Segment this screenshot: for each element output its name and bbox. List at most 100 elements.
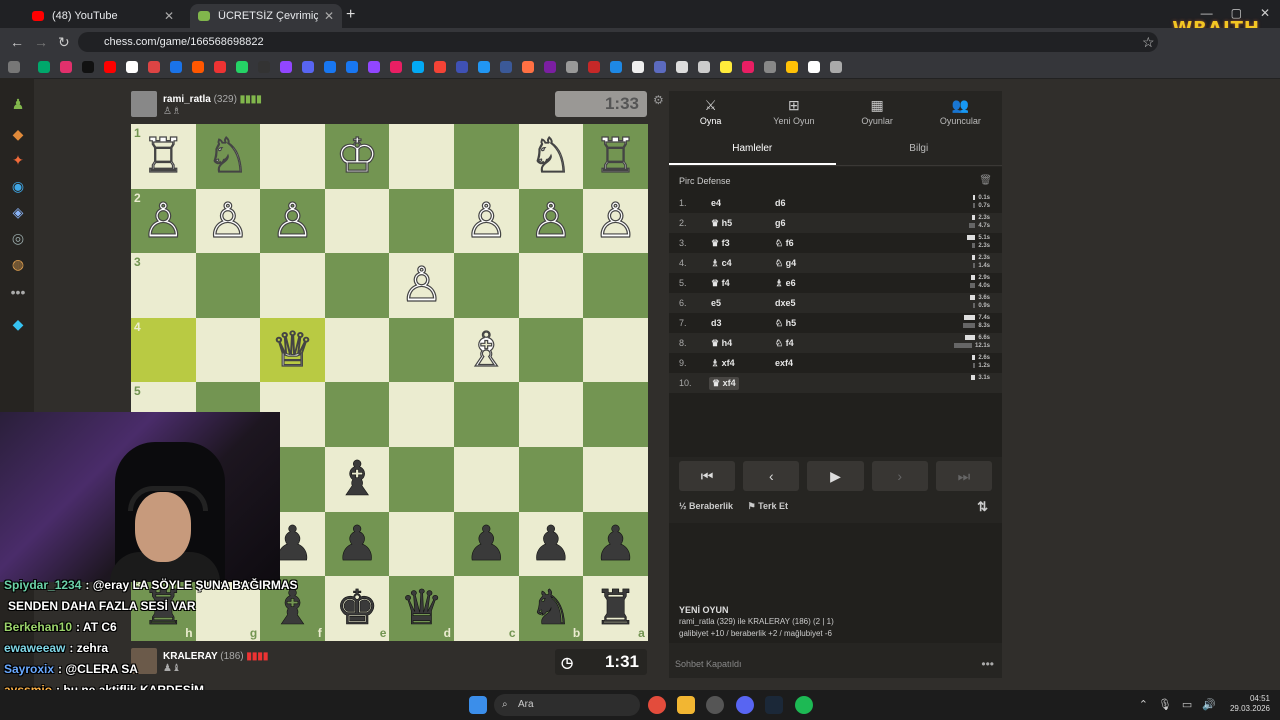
board-square[interactable]: ♙ (389, 253, 454, 318)
bookmark-icon[interactable] (786, 61, 798, 73)
board-square[interactable]: ♝ (324, 446, 390, 512)
black-move[interactable]: exf4 (775, 358, 793, 368)
white-move[interactable]: ♛ h4 (711, 338, 732, 349)
board-square[interactable]: 4 (131, 317, 196, 383)
draw-button[interactable]: ½ Beraberlik (679, 501, 733, 511)
tab-youtube[interactable]: (48) YouTube ✕ (24, 4, 182, 28)
board-square[interactable]: b ♞ (518, 576, 584, 641)
last-move-button[interactable]: ⏭ (935, 461, 993, 491)
chess-piece[interactable]: ♕ (270, 325, 314, 374)
clock[interactable]: 04:51 29.03.2026 (1230, 694, 1270, 714)
black-move[interactable]: ♘ h5 (775, 318, 796, 329)
black-move[interactable]: d6 (775, 198, 786, 208)
tab-chess[interactable]: ÜCRETSİZ Çevrimiçi Satranç ✕ (190, 4, 342, 28)
puzzles-icon[interactable]: ✦ (10, 152, 26, 168)
black-move[interactable]: ♗ e6 (775, 278, 796, 289)
black-move[interactable]: dxe5 (775, 298, 796, 308)
chess-piece[interactable]: ♟ (529, 520, 573, 569)
chess-piece[interactable]: ♚ (335, 584, 379, 633)
chess-piece[interactable]: ♖ (141, 132, 185, 181)
board-square[interactable] (518, 317, 584, 383)
board-square[interactable] (324, 382, 390, 447)
bookmark-icon[interactable] (654, 61, 666, 73)
player-name[interactable]: KRALERAY (186) ▮▮▮▮ (163, 651, 268, 662)
board-square[interactable] (389, 317, 454, 383)
board-square[interactable] (389, 124, 454, 189)
board-square[interactable]: ♙ (583, 188, 648, 254)
black-move[interactable]: ♘ f4 (775, 338, 794, 349)
chat-username[interactable]: Sayroxix (4, 662, 54, 676)
board-square[interactable]: ♟ (324, 511, 390, 577)
board-square[interactable] (583, 317, 648, 383)
news-icon[interactable]: ◎ (10, 230, 26, 246)
board-square[interactable] (324, 317, 390, 383)
bookmark-icon[interactable] (324, 61, 336, 73)
tab-play[interactable]: ⚔ Oyna (669, 91, 752, 131)
bookmark-icon[interactable] (60, 61, 72, 73)
resign-button[interactable]: ⚑ Terk Et (748, 501, 788, 511)
board-square[interactable] (453, 253, 519, 318)
new-tab-button[interactable]: + (346, 6, 355, 24)
bookmark-icon[interactable] (258, 61, 270, 73)
bookmark-star-icon[interactable]: ☆ (1142, 34, 1155, 51)
bookmark-icon[interactable] (412, 61, 424, 73)
bookmark-icon[interactable] (38, 61, 50, 73)
tab-moves[interactable]: Hamleler (669, 135, 836, 165)
discord-icon[interactable] (736, 696, 754, 714)
tab-players[interactable]: 👥 Oyuncular (919, 91, 1002, 131)
black-move[interactable]: g6 (775, 218, 786, 228)
bookmark-icon[interactable] (390, 61, 402, 73)
spotify-icon[interactable] (795, 696, 813, 714)
first-move-button[interactable]: ⏮ (679, 461, 736, 491)
chess-piece[interactable]: ♘ (529, 132, 573, 181)
board-square[interactable]: 2 ♙ (131, 188, 196, 254)
chess-piece[interactable]: ♙ (593, 196, 637, 245)
chat-username[interactable]: Berkehan10 (4, 620, 72, 634)
board-square[interactable] (518, 446, 584, 512)
board-square[interactable]: c (453, 576, 519, 641)
chevron-up-icon[interactable]: ⌃ (1139, 698, 1148, 711)
white-move[interactable]: d3 (711, 318, 722, 328)
white-move[interactable]: ♛ f4 (711, 278, 730, 289)
chess-piece[interactable]: ♙ (400, 261, 444, 310)
white-move[interactable]: ♛ xf4 (709, 377, 739, 390)
board-square[interactable]: ♙ (518, 188, 584, 254)
white-move[interactable]: ♗ xf4 (711, 358, 735, 369)
chess-piece[interactable]: ♗ (464, 325, 508, 374)
chess-piece[interactable]: ♟ (594, 520, 638, 569)
apps-icon[interactable] (8, 61, 20, 73)
chat-options-button[interactable]: ••• (981, 657, 994, 671)
board-square[interactable]: ♖ (583, 124, 648, 189)
bookmark-icon[interactable] (742, 61, 754, 73)
chess-piece[interactable]: ♛ (400, 584, 444, 633)
board-square[interactable] (389, 511, 454, 577)
bookmark-icon[interactable] (346, 61, 358, 73)
bookmark-icon[interactable] (148, 61, 160, 73)
reload-icon[interactable]: ↻ (58, 34, 70, 51)
chess-piece[interactable]: ♝ (335, 455, 379, 504)
board-square[interactable]: ♗ (453, 317, 519, 383)
white-move[interactable]: e4 (711, 198, 721, 208)
white-move[interactable]: ♛ h5 (711, 218, 732, 229)
bookmark-icon[interactable] (698, 61, 710, 73)
diamond-icon[interactable]: ◆ (10, 316, 26, 332)
chat-username[interactable]: Spiydar_1234 (4, 578, 81, 592)
next-move-button[interactable]: › (871, 461, 928, 491)
chess-piece[interactable]: ♘ (206, 132, 250, 181)
learn-icon[interactable]: ◉ (10, 178, 26, 194)
bookmark-icon[interactable] (588, 61, 600, 73)
bookmark-icon[interactable] (456, 61, 468, 73)
app-icon[interactable] (706, 696, 724, 714)
chess-piece[interactable]: ♙ (141, 196, 185, 245)
chess-piece[interactable]: ♜ (594, 584, 638, 633)
player-name[interactable]: rami_ratla (329) ▮▮▮▮ (163, 94, 262, 105)
board-square[interactable] (389, 446, 454, 512)
board-square[interactable] (260, 253, 325, 318)
chess-piece[interactable]: ♙ (206, 196, 250, 245)
black-move[interactable]: ♘ g4 (775, 258, 796, 269)
steam-icon[interactable] (765, 696, 783, 714)
chess-piece[interactable]: ♔ (335, 132, 379, 181)
white-move[interactable]: ♗ c4 (711, 258, 732, 269)
chat-username[interactable]: ewaweeaw (4, 641, 65, 655)
trash-icon[interactable]: 🗑 (979, 175, 992, 186)
